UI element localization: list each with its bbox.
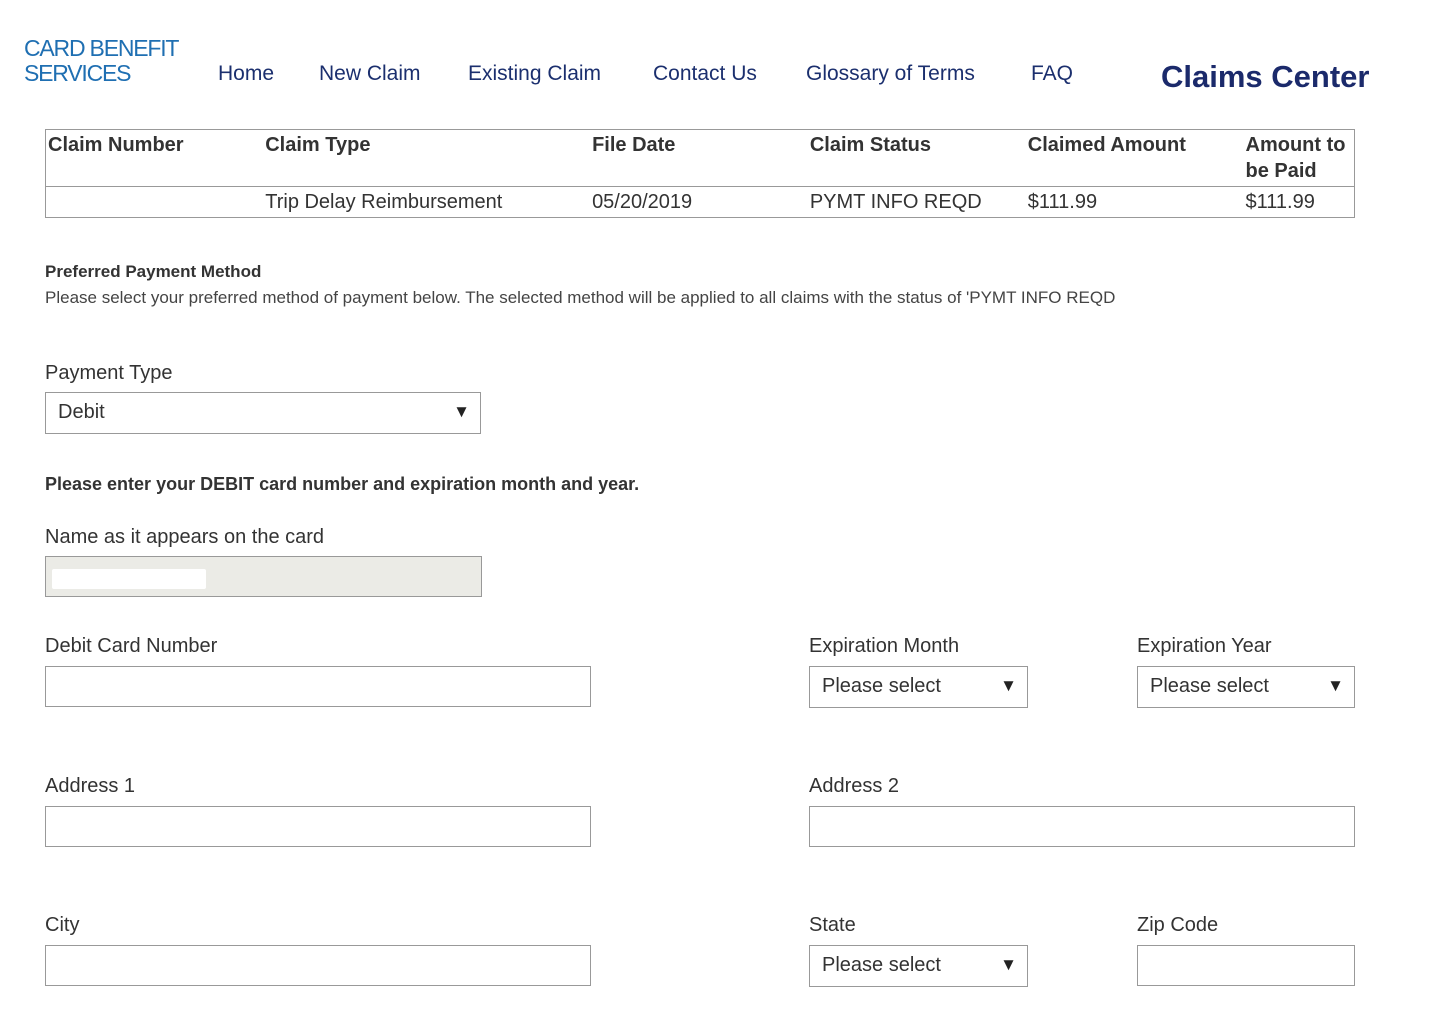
nav-new-claim[interactable]: New Claim (319, 62, 421, 86)
expiration-year-select[interactable]: Please select ▼ (1137, 666, 1355, 708)
expiration-year-value: Please select (1150, 675, 1269, 697)
address2-input[interactable] (809, 806, 1355, 847)
name-on-card-label: Name as it appears on the card (45, 526, 325, 548)
column-header-claimed-amount: Claimed Amount (1025, 129, 1244, 187)
preferred-payment-heading: Preferred Payment Method (45, 262, 262, 281)
nav-contact-us[interactable]: Contact Us (653, 62, 757, 86)
expiration-year-label: Expiration Year (1137, 635, 1272, 657)
dropdown-arrow-icon: ▼ (1327, 676, 1344, 695)
table-row: Trip Delay Reimbursement 05/20/2019 PYMT… (46, 187, 1355, 218)
expiration-month-select[interactable]: Please select ▼ (809, 666, 1028, 708)
preferred-payment-description: Please select your preferred method of p… (45, 288, 1116, 307)
cell-claim-type: Trip Delay Reimbursement (265, 191, 503, 213)
cell-file-date: 05/20/2019 (592, 191, 693, 213)
claims-table: Claim Number Claim Type File Date Claim … (45, 129, 1355, 218)
nav-glossary[interactable]: Glossary of Terms (806, 62, 975, 86)
column-header-claim-type: Claim Type (263, 129, 591, 187)
column-header-file-date: File Date (590, 129, 808, 187)
address2-label: Address 2 (809, 775, 900, 797)
state-label: State (809, 914, 856, 936)
payment-type-value: Debit (58, 401, 105, 423)
cell-claim-status: PYMT INFO REQD (809, 191, 982, 213)
nav-faq[interactable]: FAQ (1031, 62, 1073, 86)
zip-code-label: Zip Code (1137, 914, 1219, 936)
dropdown-arrow-icon: ▼ (1000, 955, 1017, 974)
name-on-card-field (45, 556, 482, 597)
city-label: City (45, 914, 80, 936)
table-header-row: Claim Number Claim Type File Date Claim … (45, 129, 1355, 187)
dropdown-arrow-icon: ▼ (453, 402, 470, 421)
column-header-claim-status: Claim Status (807, 129, 1026, 187)
cell-amount-paid: $111.99 (1245, 191, 1315, 213)
page-title: Claims Center (1161, 59, 1370, 94)
column-header-claim-number: Claim Number (45, 129, 264, 187)
state-select[interactable]: Please select ▼ (809, 945, 1028, 987)
city-input[interactable] (45, 945, 591, 986)
logo-line-1: CARD BENEFIT (24, 35, 179, 61)
expiration-month-value: Please select (822, 675, 941, 697)
dropdown-arrow-icon: ▼ (1000, 676, 1017, 695)
debit-instruction: Please enter your DEBIT card number and … (45, 474, 640, 494)
nav-existing-claim[interactable]: Existing Claim (468, 62, 601, 86)
address1-label: Address 1 (45, 775, 136, 797)
address1-input[interactable] (45, 806, 591, 847)
logo-line-2: SERVICES (24, 60, 132, 86)
expiration-month-label: Expiration Month (809, 635, 960, 657)
cell-claim-number[interactable] (46, 187, 264, 218)
payment-type-label: Payment Type (45, 362, 173, 384)
nav-home[interactable]: Home (218, 62, 274, 86)
column-header-amount-paid: Amount to be Paid (1243, 129, 1355, 187)
card-number-input[interactable] (45, 666, 591, 707)
zip-code-input[interactable] (1137, 945, 1355, 986)
redacted-name (52, 569, 206, 589)
card-benefit-services-logo[interactable]: CARD BENEFIT SERVICES (24, 35, 179, 86)
card-number-label: Debit Card Number (45, 635, 218, 657)
payment-type-select[interactable]: Debit ▼ (45, 392, 481, 434)
state-value: Please select (822, 954, 941, 976)
cell-claimed-amount: $111.99 (1027, 191, 1098, 213)
